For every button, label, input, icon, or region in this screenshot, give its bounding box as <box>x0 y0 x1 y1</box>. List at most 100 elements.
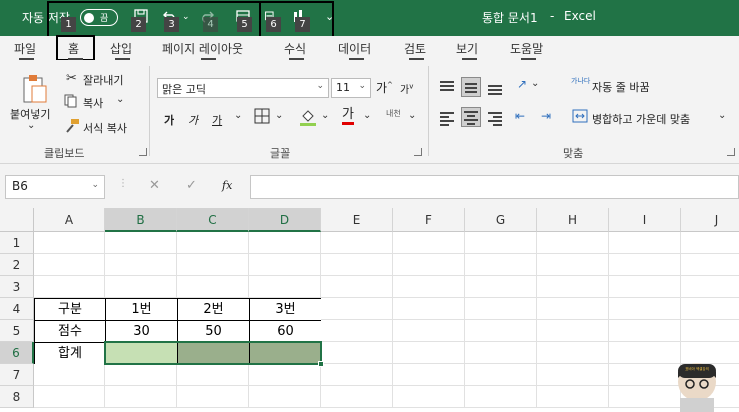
merge-center-icon[interactable] <box>572 108 588 128</box>
font-name-select[interactable]: 맑은 고딕 ⌄ <box>157 78 329 98</box>
tab-file[interactable]: 파일 <box>14 40 36 57</box>
row-header-3[interactable]: 3 <box>0 276 34 298</box>
font-size-select[interactable]: 11 ⌄ <box>331 78 371 98</box>
cell-f1[interactable] <box>393 232 465 254</box>
italic-button[interactable]: 가 <box>188 112 198 128</box>
fill-color-dropdown-icon[interactable]: ⌄ <box>321 110 329 121</box>
cell-j1[interactable] <box>681 232 739 254</box>
merge-dropdown-icon[interactable]: ⌄ <box>718 110 726 121</box>
cell-a4[interactable]: 구분 <box>34 298 106 321</box>
wrap-text-icon[interactable]: 가나다 <box>571 76 590 86</box>
cell-h5[interactable] <box>537 320 609 342</box>
cell-j2[interactable] <box>681 254 739 276</box>
row-header-4[interactable]: 4 <box>0 298 34 320</box>
cell-d7[interactable] <box>249 364 321 386</box>
tab-insert[interactable]: 삽입 <box>110 40 132 57</box>
cell-c5[interactable]: 50 <box>177 320 250 343</box>
cell-a8[interactable] <box>34 386 105 408</box>
phonetic-button[interactable]: 내천 <box>386 108 401 119</box>
cell-e2[interactable] <box>321 254 393 276</box>
cell-b3[interactable] <box>105 276 177 298</box>
cell-h8[interactable] <box>537 386 609 408</box>
row-header-8[interactable]: 8 <box>0 386 34 408</box>
cell-e1[interactable] <box>321 232 393 254</box>
cell-i1[interactable] <box>609 232 681 254</box>
row-header-6[interactable]: 6 <box>0 342 34 364</box>
paste-dropdown-icon[interactable]: ⌄ <box>27 120 35 131</box>
bottom-align-icon[interactable] <box>485 78 505 98</box>
cell-a5[interactable]: 점수 <box>34 320 106 343</box>
cell-j4[interactable] <box>681 298 739 320</box>
cell-j5[interactable] <box>681 320 739 342</box>
row-header-5[interactable]: 5 <box>0 320 34 342</box>
column-header-j[interactable]: J <box>681 208 739 232</box>
cell-c1[interactable] <box>177 232 249 254</box>
cell-e8[interactable] <box>321 386 393 408</box>
cell-c8[interactable] <box>177 386 249 408</box>
cell-c3[interactable] <box>177 276 249 298</box>
fill-handle[interactable] <box>318 361 324 367</box>
decrease-indent-icon[interactable]: ⇤ <box>515 109 525 123</box>
middle-align-icon[interactable] <box>461 77 481 97</box>
cell-d3[interactable] <box>249 276 321 298</box>
cell-h6[interactable] <box>537 342 609 364</box>
formula-input[interactable] <box>250 175 739 199</box>
cell-b2[interactable] <box>105 254 177 276</box>
column-header-h[interactable]: H <box>537 208 609 232</box>
underline-dropdown-icon[interactable]: ⌄ <box>234 110 242 121</box>
cut-icon[interactable]: ✂ <box>66 71 77 86</box>
cell-i6[interactable] <box>609 342 681 364</box>
cell-d1[interactable] <box>249 232 321 254</box>
cell-g8[interactable] <box>465 386 537 408</box>
underline-button[interactable]: 가 <box>212 112 222 128</box>
cell-h3[interactable] <box>537 276 609 298</box>
borders-dropdown-icon[interactable]: ⌄ <box>275 110 283 121</box>
cell-b5[interactable]: 30 <box>105 320 178 343</box>
column-header-g[interactable]: G <box>465 208 537 232</box>
cell-g5[interactable] <box>465 320 537 342</box>
cut-label[interactable]: 잘라내기 <box>83 72 123 88</box>
orientation-dropdown-icon[interactable]: ⌄ <box>531 78 539 89</box>
cell-g3[interactable] <box>465 276 537 298</box>
cell-c4[interactable]: 2번 <box>177 298 250 321</box>
row-header-7[interactable]: 7 <box>0 364 34 386</box>
cell-f2[interactable] <box>393 254 465 276</box>
cell-d6[interactable] <box>249 342 322 365</box>
cell-a2[interactable] <box>34 254 105 276</box>
cell-e4[interactable] <box>321 298 393 320</box>
borders-icon[interactable] <box>254 108 270 128</box>
cell-h2[interactable] <box>537 254 609 276</box>
cell-e3[interactable] <box>321 276 393 298</box>
format-painter-icon[interactable] <box>64 118 80 138</box>
column-header-i[interactable]: I <box>609 208 681 232</box>
cell-e6[interactable] <box>321 342 393 364</box>
cell-b7[interactable] <box>105 364 177 386</box>
cell-c6[interactable] <box>177 342 250 365</box>
cell-f5[interactable] <box>393 320 465 342</box>
cell-i2[interactable] <box>609 254 681 276</box>
column-header-c[interactable]: C <box>177 208 249 232</box>
copy-dropdown-icon[interactable]: ⌄ <box>116 94 124 105</box>
cell-h1[interactable] <box>537 232 609 254</box>
tab-view[interactable]: 보기 <box>456 40 478 57</box>
cell-b8[interactable] <box>105 386 177 408</box>
cell-h4[interactable] <box>537 298 609 320</box>
cell-f6[interactable] <box>393 342 465 364</box>
cell-d2[interactable] <box>249 254 321 276</box>
align-center-icon[interactable] <box>461 107 481 127</box>
select-all-button[interactable] <box>0 208 34 232</box>
bold-button[interactable]: 가 <box>164 112 174 128</box>
clipboard-dialog-launcher-icon[interactable] <box>139 148 147 156</box>
cell-b4[interactable]: 1번 <box>105 298 178 321</box>
wrap-text-label[interactable]: 자동 줄 바꿈 <box>592 79 650 95</box>
cell-e7[interactable] <box>321 364 393 386</box>
cell-c7[interactable] <box>177 364 249 386</box>
tab-page-layout[interactable]: 페이지 레이아웃 <box>162 40 243 57</box>
shrink-font-button[interactable]: 가v <box>400 81 413 96</box>
cell-d8[interactable] <box>249 386 321 408</box>
alignment-dialog-launcher-icon[interactable] <box>727 148 735 156</box>
copy-label[interactable]: 복사 <box>83 95 103 111</box>
tab-review[interactable]: 검토 <box>404 40 426 57</box>
cell-d4[interactable]: 3번 <box>249 298 322 321</box>
row-header-2[interactable]: 2 <box>0 254 34 276</box>
